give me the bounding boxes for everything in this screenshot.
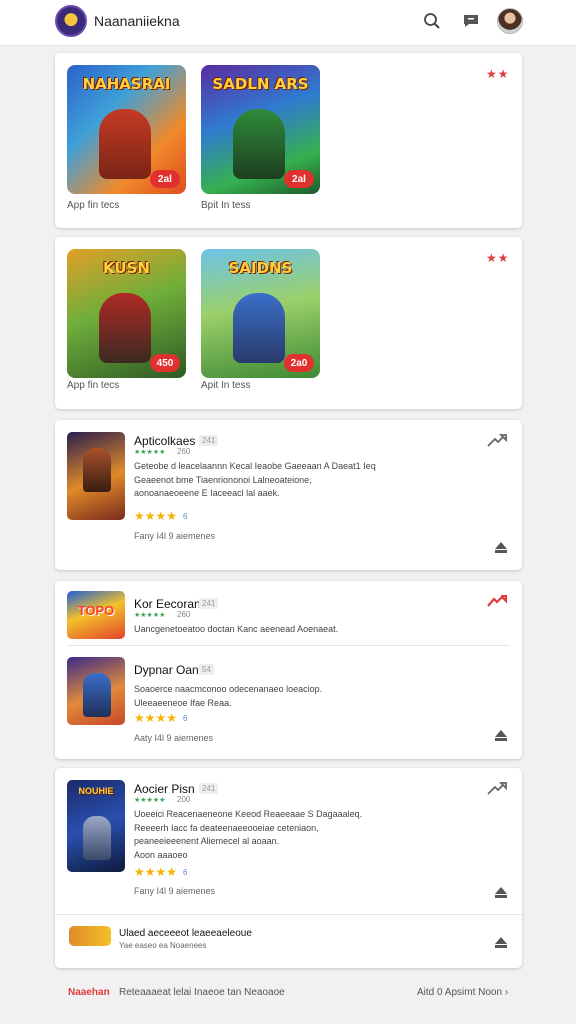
game-thumbnail[interactable] (67, 657, 125, 725)
share-icon[interactable] (487, 781, 507, 797)
game-character (83, 673, 111, 717)
game-title[interactable]: Dypnar Oan (134, 663, 199, 677)
game-character (99, 293, 151, 363)
rating-count: 6 (183, 512, 188, 521)
mini-rating-count: 260 (177, 447, 191, 456)
game-tile[interactable]: KUSN 450 (67, 249, 186, 378)
game-description: Geteobe d leacelaannn Kecal Ieaobe Gaeea… (134, 460, 404, 501)
price-badge: 2a0 (284, 354, 314, 372)
game-list-card-2[interactable]: TOPO Kor Eecoran 241 ★★★★★ 260 Uancgenet… (55, 581, 522, 759)
game-tile[interactable]: SAIDNS 2a0 (201, 249, 320, 378)
divider (67, 645, 510, 646)
divider (55, 914, 522, 915)
footer-brand[interactable]: Naaehan (68, 987, 110, 998)
download-icon[interactable] (494, 935, 508, 949)
game-art-title: SAIDNS (228, 259, 293, 277)
desc-line: Aoon aaaoeo (134, 849, 188, 860)
game-character (233, 109, 285, 179)
app-title: Naananiiekna (94, 13, 180, 29)
rating-count: 6 (183, 714, 188, 723)
featured-card-2: KUSN 450 App fin tecs SAIDNS 2a0 Apit In… (55, 237, 522, 409)
game-list-card-3[interactable]: NOUHIE Aocier Pisn 241 ★★★★★ 200 Uoeeici… (55, 768, 522, 968)
game-tile[interactable]: SADLN ARS 2al (201, 65, 320, 194)
tile-caption: Apit In tess (201, 380, 251, 391)
tile-caption: Bpit In tess (201, 200, 251, 211)
tile-caption: App fin tecs (67, 380, 120, 391)
game-character (83, 448, 111, 492)
game-thumbnail-small[interactable] (69, 926, 111, 946)
game-tag: 241 (199, 783, 219, 794)
heart-icon[interactable] (487, 594, 507, 610)
tile-caption: App fin tecs (67, 200, 120, 211)
rating-count: 6 (183, 868, 188, 877)
logo-icon[interactable] (55, 5, 87, 37)
game-tag: 241 (199, 598, 219, 609)
game-character (83, 816, 111, 860)
download-icon[interactable] (494, 540, 508, 554)
desc-line: aonoanaeoeene E Iaceeacl lal aaek. (134, 488, 280, 498)
top-bar: Naananiiekna (0, 0, 576, 46)
game-art-title: KUSN (103, 259, 150, 277)
price-badge: 2al (150, 170, 180, 188)
star-rating: ★★★★ (134, 711, 178, 725)
footer-more-link[interactable]: Aitd 0 Apsimt Noon › (417, 987, 508, 998)
desc-line: peaneeieeenent Aliemecel al aoaan. (134, 836, 280, 846)
game-thumbnail[interactable]: TOPO (67, 591, 125, 639)
game-thumbnail[interactable] (67, 432, 125, 520)
mini-rating: ★★★★★ (134, 612, 166, 619)
mini-rating-count: 260 (177, 610, 191, 619)
sub-item-title[interactable]: Ulaed aeceeeot leaeeaeleoue (119, 928, 252, 939)
favorite-icon[interactable]: ★★ (486, 67, 510, 81)
desc-line: Uleeaeeneoe Ifae Reaa. (134, 697, 232, 708)
game-meta: Fany I4l 9 aiemenes (134, 886, 216, 896)
game-meta: Fany I4l 9 aiemenes (134, 531, 216, 541)
featured-card-1: NAHASRAI 2al App fin tecs SADLN ARS 2al … (55, 53, 522, 228)
game-tag: 54 (199, 664, 214, 675)
game-description: Uancgenetoeatoo doctan Kanc aeenead Aoen… (134, 623, 404, 637)
mini-rating-count: 200 (177, 795, 191, 804)
game-character (233, 293, 285, 363)
search-icon[interactable] (420, 9, 444, 33)
sub-item-meta: Yae easeo ea Noaenees (119, 941, 207, 950)
share-icon[interactable] (487, 433, 507, 449)
game-tag: 241 (199, 435, 219, 446)
price-badge: 2al (284, 170, 314, 188)
mini-rating: ★★★★★ (134, 449, 166, 456)
download-icon[interactable] (494, 728, 508, 742)
star-rating: ★★★★ (134, 509, 178, 523)
game-art-title: TOPO (77, 603, 115, 618)
game-title[interactable]: Kor Eecoran (134, 597, 201, 611)
desc-line: Reeeerh Iacc fa deateenaeeooeiae cetenia… (134, 822, 319, 833)
desc-line: Geaeenot bme Tiaenriononoi Lalneoateione… (134, 474, 312, 485)
game-title[interactable]: Aocier Pisn (134, 782, 195, 796)
game-thumbnail[interactable]: NOUHIE (67, 780, 125, 872)
game-tile[interactable]: NAHASRAI 2al (67, 65, 186, 194)
chat-icon[interactable] (459, 9, 483, 33)
favorite-icon[interactable]: ★★ (486, 251, 510, 265)
game-list-card-1[interactable]: Apticolkaes 241 ★★★★★ 260 Geteobe d leac… (55, 420, 522, 570)
avatar[interactable] (497, 8, 523, 34)
game-description: Soaoerce naacmconoo odecenanaeo loeaciop… (134, 683, 404, 710)
price-badge: 450 (150, 354, 180, 372)
game-art-title: NOUHIE (78, 786, 114, 796)
desc-line: Uoeeici Reacenaeneone Keeod Reaeeaae S D… (134, 809, 363, 819)
download-icon[interactable] (494, 885, 508, 899)
desc-line: Soaoerce naacmconoo odecenanaeo loeaciop… (134, 684, 323, 694)
footer-text: Reteaaaeat lelai Inaeoe tan Neaoaoe (119, 987, 285, 998)
mini-rating: ★★★★★ (134, 797, 166, 804)
star-rating: ★★★★ (134, 865, 178, 879)
game-meta: Aaty I4l 9 aiemenes (134, 733, 214, 743)
game-description: Uoeeici Reacenaeneone Keeod Reaeeaae S D… (134, 808, 404, 862)
game-art-title: NAHASRAI (82, 75, 171, 93)
game-art-title: SADLN ARS (212, 75, 309, 93)
desc-line: Uancgenetoeatoo doctan Kanc aeenead Aoen… (134, 624, 339, 634)
game-title[interactable]: Apticolkaes (134, 434, 195, 448)
game-character (99, 109, 151, 179)
desc-line: Geteobe d leacelaannn Kecal Ieaobe Gaeea… (134, 461, 376, 471)
